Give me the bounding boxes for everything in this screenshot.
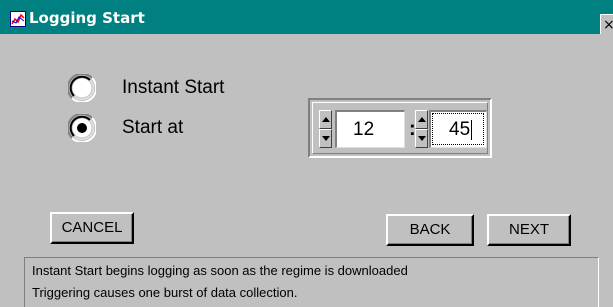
hours-down-button[interactable] (319, 129, 332, 148)
minutes-down-button[interactable] (415, 129, 428, 148)
text-caret (471, 120, 472, 140)
start-time-group: 12 : 45 (308, 98, 492, 158)
hours-spinner[interactable] (319, 110, 332, 148)
arrow-down-icon (322, 136, 330, 141)
hours-up-button[interactable] (319, 110, 332, 129)
minutes-up-button[interactable] (415, 110, 428, 129)
next-button[interactable]: NEXT (487, 214, 571, 246)
arrow-down-icon (418, 136, 426, 141)
window-title: Logging Start (29, 9, 145, 27)
cancel-button[interactable]: CANCEL (50, 212, 134, 244)
arrow-up-icon (322, 117, 330, 122)
app-icon (10, 11, 26, 27)
info-line-instant-start: Instant Start begins logging as soon as … (32, 263, 408, 278)
logging-start-dialog: Logging Start × Instant Start Start at 1… (0, 0, 613, 307)
start-time-group-inner: 12 : 45 (312, 102, 488, 154)
radio-selected-icon[interactable] (68, 114, 96, 142)
minutes-spinner[interactable] (415, 110, 428, 148)
minutes-value: 45 (449, 119, 471, 140)
arrow-up-icon (418, 117, 426, 122)
close-button[interactable]: × (600, 14, 613, 34)
back-button[interactable]: BACK (386, 214, 474, 246)
info-line-triggering: Triggering causes one burst of data coll… (32, 285, 298, 300)
title-bar[interactable]: Logging Start × (0, 0, 613, 34)
minutes-field[interactable]: 45 (429, 110, 487, 148)
radio-unselected-icon[interactable] (68, 74, 96, 102)
hours-field[interactable]: 12 (335, 110, 405, 148)
close-icon: × (603, 17, 613, 33)
hours-value: 12 (353, 119, 375, 140)
radio-label-instant-start: Instant Start (122, 77, 225, 98)
info-panel: Instant Start begins logging as soon as … (24, 257, 599, 307)
radio-label-start-at: Start at (122, 117, 184, 138)
